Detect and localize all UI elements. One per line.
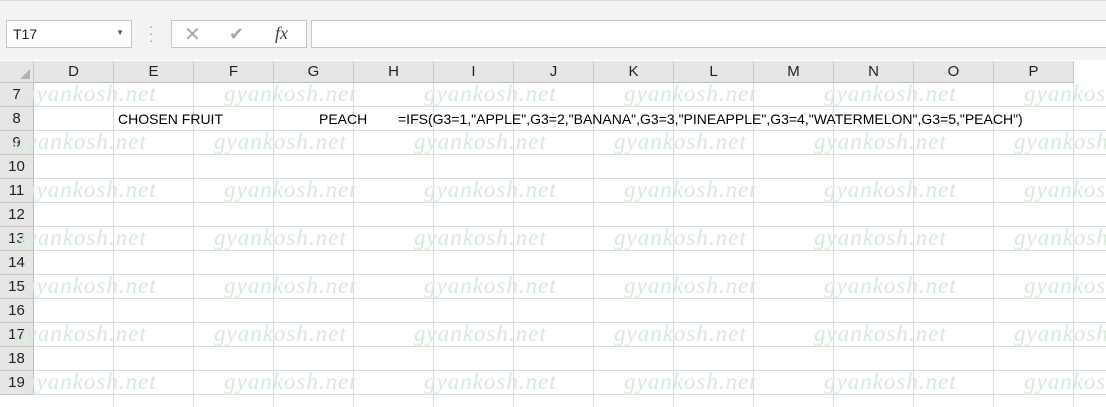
watermark-logo: gyankosh.net <box>24 177 157 202</box>
watermark-logo: gyankosh.net <box>24 369 157 394</box>
watermark-logo: gyankosh.net <box>814 225 947 250</box>
watermark-logo: gyankosh.net <box>414 129 547 154</box>
formula-input[interactable] <box>311 20 1106 48</box>
watermark-logo: gyankosh.net <box>14 129 147 154</box>
row-header-8[interactable]: 8 <box>0 107 34 131</box>
name-box-value: T17 <box>13 26 38 42</box>
watermark-logo: gyankosh.net <box>824 369 957 394</box>
column-header-P[interactable]: P <box>994 61 1074 83</box>
column-header-M[interactable]: M <box>754 61 834 83</box>
watermark-logo: gyankosh.net <box>224 177 357 202</box>
column-header-F[interactable]: F <box>194 61 274 83</box>
name-box[interactable]: T17 ▼ <box>6 20 132 48</box>
cell-H8[interactable]: =IFS(G3=1,"APPLE",G3=2,"BANANA",G3=3,"PI… <box>398 107 1023 131</box>
row-header-19[interactable]: 19 <box>0 371 34 395</box>
watermark-logo: gyankosh.net <box>1024 177 1106 202</box>
row-header-10[interactable]: 10 <box>0 155 34 179</box>
watermark-logo: gyankosh.net <box>1024 369 1106 394</box>
watermark-logo: gyankosh.net <box>414 225 547 250</box>
watermark-logo: gyankosh.net <box>224 273 357 298</box>
formula-buttons: ✕ ✔ fx <box>171 20 307 48</box>
row-header-9[interactable]: 9 <box>0 131 34 155</box>
watermark-logo: gyankosh.net <box>1024 81 1106 106</box>
watermark-logo: gyankosh.net <box>1024 273 1106 298</box>
watermark-logo: gyankosh.net <box>814 129 947 154</box>
watermark-logo: gyankosh.net <box>424 369 557 394</box>
column-header-O[interactable]: O <box>914 61 994 83</box>
watermark-logo: gyankosh.net <box>214 321 347 346</box>
watermark-logo: gyankosh.net <box>214 225 347 250</box>
watermark-logo: gyankosh.net <box>424 273 557 298</box>
watermark-logo: gyankosh.net <box>24 81 157 106</box>
cell-G8[interactable]: PEACH <box>319 107 367 131</box>
watermark-logo: gyankosh.net <box>1014 225 1106 250</box>
row-header-13[interactable]: 13 <box>0 227 34 251</box>
row-header-7[interactable]: 7 <box>0 83 34 107</box>
watermark-logo: gyankosh.net <box>14 321 147 346</box>
formula-toolbar: T17 ▼ · · · ✕ ✔ fx <box>0 0 1106 60</box>
watermark-logo: gyankosh.net <box>24 273 157 298</box>
watermark-logo: gyankosh.net <box>624 81 757 106</box>
row-header-17[interactable]: 17 <box>0 323 34 347</box>
cancel-icon[interactable]: ✕ <box>184 22 201 47</box>
row-header-12[interactable]: 12 <box>0 203 34 227</box>
watermark-logo: gyankosh.net <box>824 81 957 106</box>
row-header-11[interactable]: 11 <box>0 179 34 203</box>
column-header-E[interactable]: E <box>114 61 194 83</box>
watermark-logo: gyankosh.net <box>614 321 747 346</box>
column-header-H[interactable]: H <box>354 61 434 83</box>
watermark-logo: gyankosh.net <box>1014 129 1106 154</box>
watermark-logo: gyankosh.net <box>814 321 947 346</box>
column-header-I[interactable]: I <box>434 61 514 83</box>
watermark-logo: gyankosh.net <box>614 225 747 250</box>
drag-handle-icon[interactable]: · · · <box>148 19 154 47</box>
column-header-K[interactable]: K <box>594 61 674 83</box>
watermark-logo: gyankosh.net <box>624 369 757 394</box>
watermark-logo: gyankosh.net <box>224 81 357 106</box>
watermark-logo: gyankosh.net <box>824 273 957 298</box>
watermark-logo: gyankosh.net <box>424 177 557 202</box>
column-header-L[interactable]: L <box>674 61 754 83</box>
select-all-button[interactable] <box>0 61 34 83</box>
watermark-logo: gyankosh.net <box>214 129 347 154</box>
spreadsheet-grid-area: DEFGHIJKLMNOP 7 8 9 10 11 12 13 14 15 16 17 18 19 gy… <box>0 61 1106 407</box>
row-header-16[interactable]: 16 <box>0 299 34 323</box>
watermark-logo: gyankosh.net <box>1014 321 1106 346</box>
watermark-logo: gyankosh.net <box>614 129 747 154</box>
watermark-logo: gyankosh.net <box>624 273 757 298</box>
column-header-G[interactable]: G <box>274 61 354 83</box>
chevron-down-icon[interactable]: ▼ <box>116 28 124 37</box>
select-all-triangle-icon <box>20 69 30 79</box>
enter-check-icon[interactable]: ✔ <box>229 24 244 45</box>
column-header-D[interactable]: D <box>34 61 114 83</box>
column-header-J[interactable]: J <box>514 61 594 83</box>
row-header-14[interactable]: 14 <box>0 251 34 275</box>
watermark-logo: gyankosh.net <box>414 321 547 346</box>
watermark-logo: gyankosh.net <box>624 177 757 202</box>
cell-grid[interactable]: gyankosh.net gyankosh.net gyankosh.net gyan… <box>14 81 1106 407</box>
row-header-18[interactable]: 18 <box>0 347 34 371</box>
cell-E8[interactable]: CHOSEN FRUIT <box>118 107 223 131</box>
watermark-logo: gyankosh.net <box>224 369 357 394</box>
insert-function-icon[interactable]: fx <box>275 23 288 44</box>
watermark-logo: gyankosh.net <box>424 81 557 106</box>
watermark-logo: gyankosh.net <box>824 177 957 202</box>
column-header-N[interactable]: N <box>834 61 914 83</box>
watermark-logo: gyankosh.net <box>14 225 147 250</box>
row-header-15[interactable]: 15 <box>0 275 34 299</box>
